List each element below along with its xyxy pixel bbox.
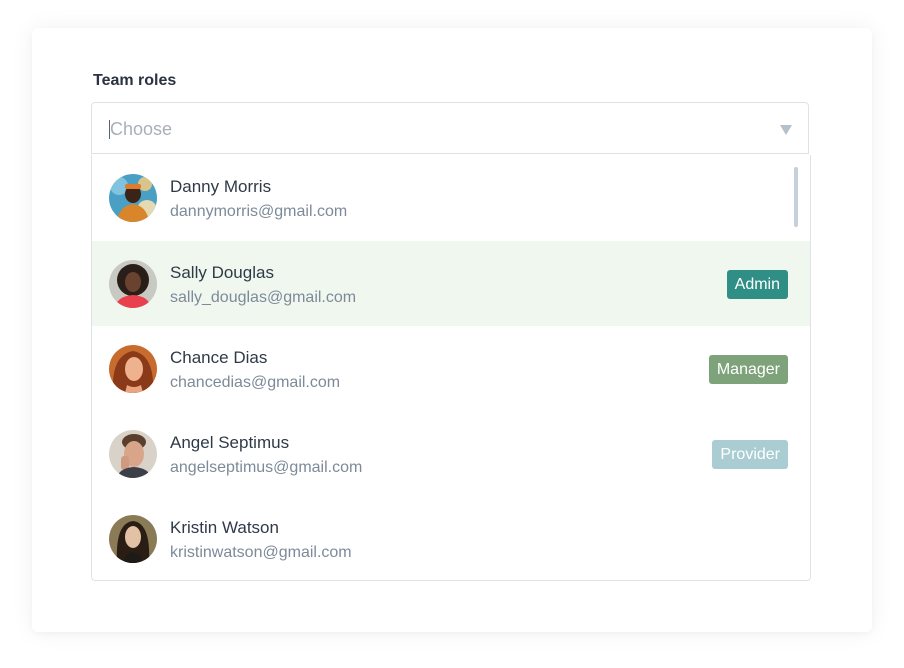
avatar	[109, 260, 157, 308]
avatar	[109, 515, 157, 563]
option-email: sally_douglas@gmail.com	[170, 289, 357, 306]
option-email: dannymorris@gmail.com	[170, 203, 348, 220]
team-roles-select[interactable]: Choose	[91, 102, 809, 154]
dropdown-arrow-icon[interactable]	[780, 125, 792, 135]
option-email: angelseptimus@gmail.com	[170, 459, 363, 476]
scrollbar[interactable]	[794, 167, 798, 227]
avatar	[109, 430, 157, 478]
option-email: kristinwatson@gmail.com	[170, 544, 352, 561]
avatar	[109, 345, 157, 393]
select-placeholder: Choose	[110, 119, 173, 139]
option-name: Kristin Watson	[170, 518, 279, 537]
options-list: Danny Morris dannymorris@gmail.com Sally…	[91, 155, 811, 581]
option-kristin-watson[interactable]: Kristin Watson kristinwatson@gmail.com	[92, 496, 810, 580]
avatar	[109, 174, 157, 222]
option-angel-septimus[interactable]: Angel Septimus angelseptimus@gmail.com P…	[92, 411, 810, 496]
option-danny-morris[interactable]: Danny Morris dannymorris@gmail.com	[92, 155, 810, 240]
option-name: Angel Septimus	[170, 433, 290, 452]
field-label: Team roles	[93, 72, 177, 89]
option-name: Chance Dias	[170, 348, 268, 367]
option-email: chancedias@gmail.com	[170, 374, 341, 391]
option-name: Danny Morris	[170, 177, 272, 196]
role-badge-provider: Provider	[712, 440, 788, 469]
option-name: Sally Douglas	[170, 263, 274, 282]
role-badge-admin: Admin	[726, 270, 788, 299]
role-badge-manager: Manager	[708, 355, 788, 384]
option-chance-dias[interactable]: Chance Dias chancedias@gmail.com Manager	[92, 326, 810, 411]
option-sally-douglas[interactable]: Sally Douglas sally_douglas@gmail.com Ad…	[92, 241, 810, 326]
